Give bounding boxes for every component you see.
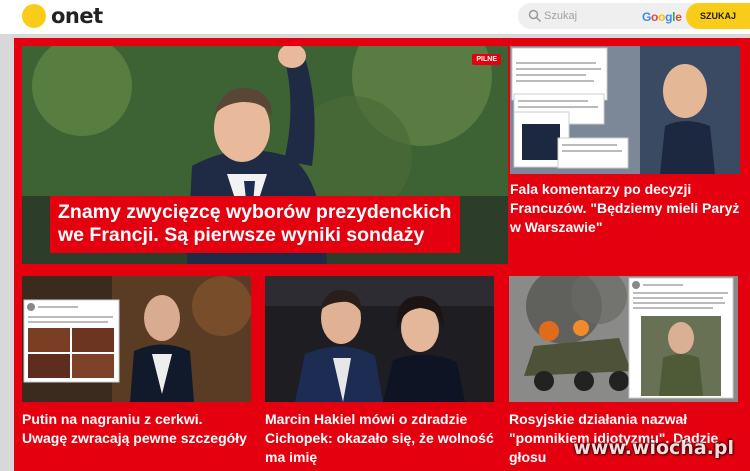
urgent-badge: PILNE — [472, 54, 501, 65]
tweets-collage — [510, 46, 740, 174]
story-card-hakiel[interactable]: Marcin Hakiel mówi o zdradzie Cichopek: … — [265, 276, 494, 466]
search-bar: Google SZUKAJ — [518, 3, 750, 29]
main-story-title: Znamy zwycięzcę wyborów prezydenckich we… — [50, 196, 460, 253]
search-button[interactable]: SZUKAJ — [686, 3, 750, 29]
main-story[interactable]: PILNE Znamy zwycięzcę wyborów prezydenck… — [22, 46, 508, 264]
google-logo: Google — [642, 10, 682, 24]
story-image — [22, 276, 251, 402]
story-card-putin[interactable]: Putin na nagraniu z cerkwi. Uwagę zwraca… — [22, 276, 251, 466]
story-title: Marcin Hakiel mówi o zdradzie Cichopek: … — [265, 411, 494, 465]
side-story-image — [510, 46, 740, 174]
putin-photo — [22, 276, 251, 402]
story-title: Putin na nagraniu z cerkwi. Uwagę zwraca… — [22, 411, 247, 446]
couple-photo — [265, 276, 494, 402]
story-image — [265, 276, 494, 402]
logo-text: onet — [51, 4, 103, 28]
tank-photo — [509, 276, 738, 402]
logo-dot-icon — [22, 4, 46, 28]
search-icon — [528, 9, 542, 23]
side-story[interactable]: Fala komentarzy po decyzji Francuzów. "B… — [510, 46, 740, 246]
story-image — [509, 276, 738, 402]
side-story-title: Fala komentarzy po decyzji Francuzów. "B… — [510, 181, 740, 235]
news-panel: PILNE Znamy zwycięzcę wyborów prezydenck… — [14, 38, 750, 471]
top-bar: onet Google SZUKAJ — [0, 0, 750, 34]
watermark: www.wiocha.pl — [573, 437, 734, 459]
onet-logo[interactable]: onet — [22, 3, 103, 29]
search-input[interactable] — [544, 7, 644, 25]
